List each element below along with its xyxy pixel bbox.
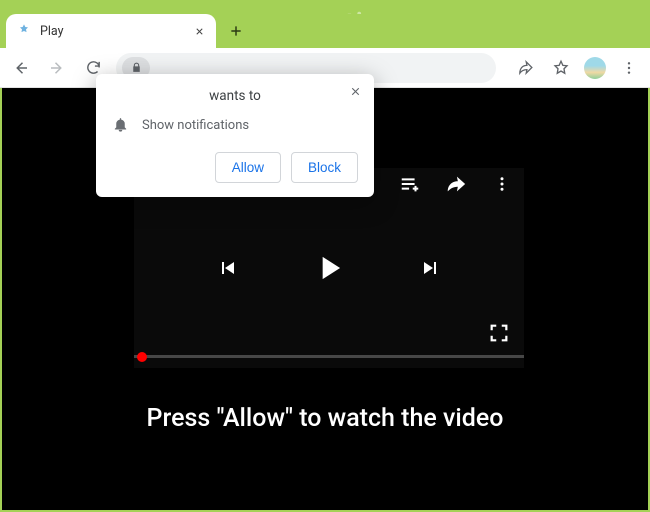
next-track-button[interactable] (419, 256, 443, 280)
video-player[interactable] (134, 168, 524, 368)
bell-icon (112, 116, 130, 134)
browser-tab[interactable]: Play (6, 14, 216, 48)
tab-strip: Play (0, 14, 650, 48)
tab-title: Play (40, 24, 184, 39)
progress-handle[interactable] (137, 352, 147, 362)
progress-bar[interactable] (134, 355, 524, 358)
popup-close-icon[interactable] (346, 82, 364, 100)
browser-menu-icon[interactable] (616, 55, 642, 81)
popup-permission-row: Show notifications (112, 116, 358, 134)
profile-avatar[interactable] (584, 57, 606, 79)
nav-back-button[interactable] (8, 55, 34, 81)
player-menu-icon[interactable] (490, 172, 514, 196)
popup-permission-label: Show notifications (142, 118, 249, 133)
block-button[interactable]: Block (291, 152, 358, 183)
new-tab-button[interactable] (222, 17, 250, 45)
bookmark-star-icon[interactable] (548, 55, 574, 81)
popup-actions: Allow Block (112, 152, 358, 183)
fullscreen-button[interactable] (488, 322, 510, 344)
tab-close-icon[interactable] (192, 24, 206, 38)
player-controls (134, 248, 524, 288)
playlist-add-icon[interactable] (398, 172, 422, 196)
play-button[interactable] (309, 248, 349, 288)
player-share-icon[interactable] (444, 172, 468, 196)
toolbar-right (512, 55, 642, 81)
notification-permission-popup: wants to Show notifications Allow Block (96, 74, 374, 197)
allow-button[interactable]: Allow (215, 152, 281, 183)
share-button[interactable] (512, 55, 538, 81)
popup-title: wants to (112, 88, 358, 104)
instruction-caption: Press "Allow" to watch the video (2, 404, 648, 433)
nav-forward-button (44, 55, 70, 81)
previous-track-button[interactable] (215, 256, 239, 280)
tab-favicon-icon (16, 23, 32, 39)
